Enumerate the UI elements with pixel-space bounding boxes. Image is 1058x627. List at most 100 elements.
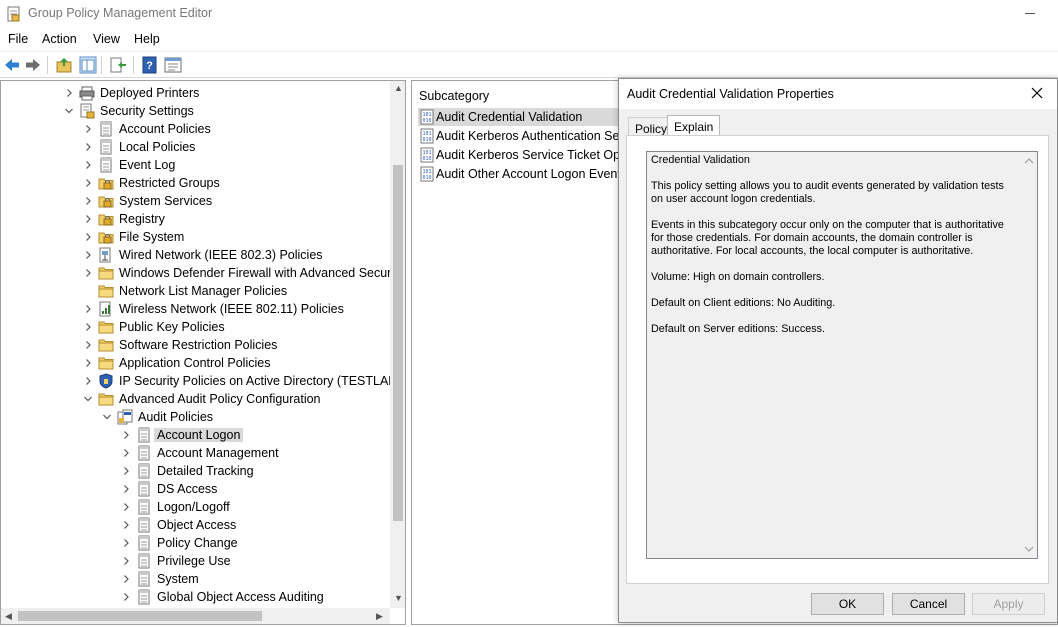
chevron-right-icon[interactable]: [122, 467, 130, 475]
chevron-right-icon[interactable]: [84, 323, 92, 331]
tree-item[interactable]: Wired Network (IEEE 802.3) Policies: [1, 246, 391, 264]
forward-icon[interactable]: [24, 56, 42, 74]
chevron-right-icon[interactable]: [84, 377, 92, 385]
close-icon[interactable]: [1029, 85, 1045, 101]
back-icon[interactable]: [3, 56, 21, 74]
chevron-down-icon[interactable]: [84, 395, 92, 403]
tree-item[interactable]: Restricted Groups: [1, 174, 391, 192]
export-list-icon[interactable]: [109, 56, 127, 74]
chevron-right-icon[interactable]: [122, 593, 130, 601]
tree-item[interactable]: DS Access: [1, 480, 391, 498]
tree-item[interactable]: Security Settings: [1, 102, 391, 120]
chevron-right-icon[interactable]: [122, 485, 130, 493]
scroll-up-icon[interactable]: ▲: [394, 83, 403, 93]
up-folder-icon[interactable]: [55, 56, 73, 74]
explain-textbox[interactable]: Credential Validation This policy setting…: [646, 151, 1038, 559]
chevron-down-icon[interactable]: [65, 107, 73, 115]
chevron-right-icon[interactable]: [122, 557, 130, 565]
tree-item[interactable]: Policy Change: [1, 534, 391, 552]
list-item[interactable]: 101 010 Audit Credential Validation: [418, 108, 638, 126]
chevron-right-icon[interactable]: [84, 341, 92, 349]
chevron-right-icon[interactable]: [122, 503, 130, 511]
chevron-right-icon[interactable]: [84, 251, 92, 259]
folder-icon: [98, 355, 114, 371]
menu-action[interactable]: Action: [42, 32, 77, 46]
tree-item[interactable]: Account Logon: [1, 426, 391, 444]
console-tree-pane[interactable]: Deployed Printers Security Settings Accoun…: [0, 80, 406, 625]
tree-item[interactable]: Local Policies: [1, 138, 391, 156]
tree-item[interactable]: Software Restriction Policies: [1, 336, 391, 354]
tree-item-label: Network List Manager Policies: [119, 284, 288, 298]
show-hide-tree-icon[interactable]: [79, 56, 97, 74]
list-item[interactable]: 101 010 Audit Kerberos Authentication Serv: [418, 127, 638, 145]
tree-item[interactable]: Logon/Logoff: [1, 498, 391, 516]
chevron-right-icon[interactable]: [122, 431, 130, 439]
chevron-down-icon[interactable]: [103, 413, 111, 421]
tree-item[interactable]: File System: [1, 228, 391, 246]
tree-item[interactable]: System Services: [1, 192, 391, 210]
menu-help[interactable]: Help: [134, 32, 160, 46]
dialog-titlebar: Audit Credential Validation Properties: [619, 79, 1057, 109]
scroll-down-icon[interactable]: ▼: [394, 593, 403, 603]
chevron-right-icon[interactable]: [84, 215, 92, 223]
help-icon[interactable]: ?: [141, 56, 159, 74]
cancel-button[interactable]: Cancel: [892, 593, 965, 615]
printer-icon: [79, 85, 95, 101]
tree-item[interactable]: Network List Manager Policies: [1, 282, 391, 300]
tree-item-label: System Services: [119, 194, 213, 208]
tree-item[interactable]: Object Access: [1, 516, 391, 534]
tree-horizontal-scrollbar[interactable]: ◀ ▶: [1, 608, 390, 624]
chevron-right-icon[interactable]: [84, 197, 92, 205]
apply-button[interactable]: Apply: [972, 593, 1045, 615]
explain-scrollbar[interactable]: [1021, 152, 1037, 558]
tree-item-label: Logon/Logoff: [157, 500, 230, 514]
tree-item[interactable]: Global Object Access Auditing: [1, 588, 391, 606]
chevron-right-icon[interactable]: [84, 179, 92, 187]
tree-item[interactable]: IP Security Policies on Active Directory…: [1, 372, 405, 390]
tree-item[interactable]: Detailed Tracking: [1, 462, 391, 480]
list-item[interactable]: 101 010 Audit Other Account Logon Events: [418, 165, 638, 183]
column-header-subcategory[interactable]: Subcategory: [419, 89, 489, 103]
tree-item[interactable]: Registry: [1, 210, 391, 228]
chevron-right-icon[interactable]: [84, 305, 92, 313]
ok-button[interactable]: OK: [811, 593, 884, 615]
tree-item-label: Privilege Use: [157, 554, 231, 568]
minimize-button[interactable]: [1025, 13, 1035, 14]
chevron-right-icon[interactable]: [122, 539, 130, 547]
tree-item[interactable]: Public Key Policies: [1, 318, 391, 336]
chevron-right-icon[interactable]: [122, 575, 130, 583]
tree-item[interactable]: Deployed Printers: [1, 84, 391, 102]
chevron-right-icon[interactable]: [84, 269, 92, 277]
tree-item[interactable]: Advanced Audit Policy Configuration: [1, 390, 391, 408]
properties-icon[interactable]: [164, 56, 182, 74]
chevron-right-icon[interactable]: [84, 233, 92, 241]
tree-item[interactable]: Wireless Network (IEEE 802.11) Policies: [1, 300, 391, 318]
tree-vscroll-thumb[interactable]: [393, 165, 403, 521]
tree-item[interactable]: Application Control Policies: [1, 354, 391, 372]
tree-item[interactable]: System: [1, 570, 391, 588]
tree-item[interactable]: Account Policies: [1, 120, 391, 138]
chevron-right-icon[interactable]: [65, 89, 73, 97]
tree-item[interactable]: Account Management: [1, 444, 391, 462]
locked-folder-icon: [98, 229, 114, 245]
tree-item-label: Windows Defender Firewall with Advanced …: [119, 266, 404, 280]
tree-hscroll-thumb[interactable]: [18, 611, 262, 621]
tree-item[interactable]: Event Log: [1, 156, 391, 174]
list-item[interactable]: 101 010 Audit Kerberos Service Ticket Oper…: [418, 146, 638, 164]
chevron-right-icon[interactable]: [84, 143, 92, 151]
chevron-right-icon[interactable]: [122, 521, 130, 529]
tree-item[interactable]: Windows Defender Firewall with Advanced …: [1, 264, 404, 282]
chevron-right-icon[interactable]: [122, 449, 130, 457]
tree-vertical-scrollbar[interactable]: ▲ ▼: [390, 81, 405, 608]
scroll-right-icon[interactable]: ▶: [376, 611, 383, 622]
tree-item-label: Security Settings: [100, 104, 194, 118]
menu-view[interactable]: View: [93, 32, 120, 46]
tree-item-label: Advanced Audit Policy Configuration: [119, 392, 321, 406]
menu-file[interactable]: File: [8, 32, 28, 46]
tree-item[interactable]: Audit Policies: [1, 408, 391, 426]
chevron-right-icon[interactable]: [84, 359, 92, 367]
chevron-right-icon[interactable]: [84, 125, 92, 133]
scroll-left-icon[interactable]: ◀: [5, 611, 12, 622]
tree-item[interactable]: Privilege Use: [1, 552, 391, 570]
chevron-right-icon[interactable]: [84, 161, 92, 169]
